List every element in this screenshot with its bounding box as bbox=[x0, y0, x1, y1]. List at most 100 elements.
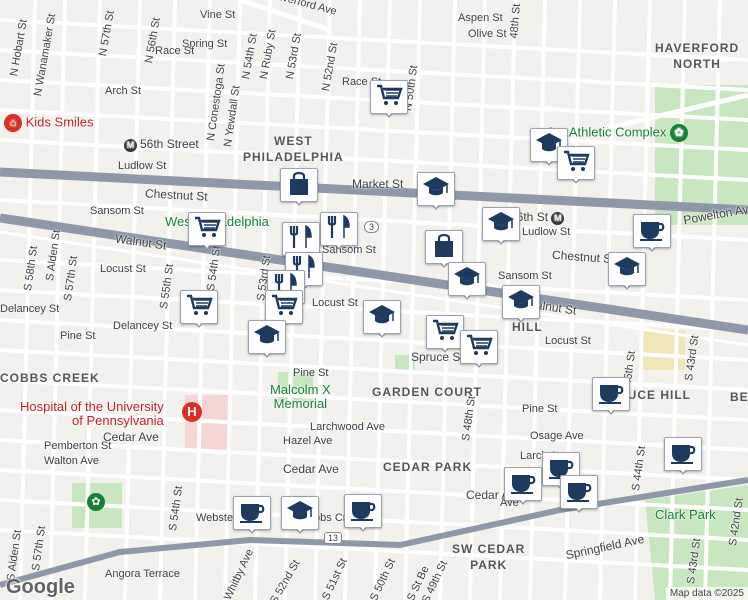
marker-pointer-inner bbox=[574, 505, 584, 511]
sansom-st-e-label: Sansom St bbox=[498, 270, 552, 282]
marker-box bbox=[560, 475, 598, 509]
park-pin-icon: ✿ bbox=[670, 124, 689, 142]
marker-pointer-inner bbox=[202, 242, 212, 248]
grocery-icon bbox=[270, 292, 298, 323]
grocery-icon bbox=[375, 82, 403, 113]
route-3-shield: 3 bbox=[364, 221, 380, 233]
map-marker-school[interactable] bbox=[608, 252, 646, 290]
map-marker-grocery[interactable] bbox=[188, 212, 226, 250]
map-marker-school[interactable] bbox=[281, 496, 319, 534]
map-marker-cafe[interactable] bbox=[504, 467, 542, 505]
map-marker-school[interactable] bbox=[248, 320, 286, 358]
map-attribution[interactable]: Map data ©2025 bbox=[665, 587, 748, 600]
marker-box bbox=[280, 168, 318, 202]
marker-box bbox=[502, 285, 540, 319]
area-cobbs-creek: COBBS CREEK bbox=[0, 371, 100, 385]
poi-malcolm-x-memorial[interactable]: Malcolm X Memorial bbox=[270, 383, 331, 411]
map-marker-clothing[interactable] bbox=[425, 230, 463, 268]
restaurant-icon bbox=[325, 214, 353, 245]
walton-ave-label: Walton Ave bbox=[44, 455, 100, 467]
marker-box bbox=[592, 377, 630, 411]
marker-pointer-inner bbox=[678, 467, 688, 473]
marker-pointer-inner bbox=[194, 320, 204, 326]
marker-box bbox=[265, 290, 303, 324]
area-garden-court: GARDEN COURT bbox=[372, 385, 482, 399]
delancey-st-c-label: Delancey St bbox=[113, 320, 173, 332]
map-marker-grocery[interactable] bbox=[460, 330, 498, 368]
map-marker-cafe[interactable] bbox=[233, 496, 271, 534]
school-icon bbox=[613, 254, 641, 285]
marker-box bbox=[188, 212, 226, 246]
cafe-icon bbox=[669, 439, 697, 470]
marker-pointer-inner bbox=[462, 292, 472, 298]
map-marker-grocery[interactable] bbox=[180, 290, 218, 328]
map-marker-clothing[interactable] bbox=[280, 168, 318, 206]
map-marker-grocery[interactable] bbox=[265, 290, 303, 328]
map-marker-school[interactable] bbox=[448, 262, 486, 300]
map-marker-restaurant[interactable] bbox=[320, 212, 358, 250]
marker-box bbox=[426, 315, 464, 349]
marker-box bbox=[248, 320, 286, 354]
dental-pin-icon: ⌂ bbox=[4, 114, 22, 132]
marker-box bbox=[608, 252, 646, 286]
marker-pointer-inner bbox=[377, 330, 387, 336]
metro-icon: M bbox=[551, 212, 565, 225]
map-marker-school[interactable] bbox=[417, 172, 455, 210]
poi-kids-smiles[interactable]: ⌂ Kids Smiles bbox=[4, 114, 94, 132]
marker-box bbox=[180, 290, 218, 324]
cafe-icon bbox=[638, 216, 666, 247]
marker-pointer-inner bbox=[544, 158, 554, 164]
marker-box bbox=[557, 146, 595, 180]
marker-pointer-inner bbox=[622, 282, 632, 288]
marker-pointer-inner bbox=[294, 198, 304, 204]
map-canvas[interactable]: Vine St N Hobart St N Wanamaker St N 57t… bbox=[0, 0, 748, 600]
map-marker-cafe[interactable] bbox=[592, 377, 630, 415]
map-marker-grocery[interactable] bbox=[557, 146, 595, 184]
marker-box bbox=[448, 262, 486, 296]
locust-st-w-label: Locust St bbox=[100, 263, 146, 275]
marker-box bbox=[363, 300, 401, 334]
delancey-st-w-label: Delancey St bbox=[0, 303, 60, 315]
marker-box bbox=[417, 172, 455, 206]
marker-box bbox=[281, 496, 319, 530]
larchwood-ave-label: Larchwood Ave bbox=[310, 421, 386, 433]
marker-box bbox=[370, 80, 408, 114]
map-marker-school[interactable] bbox=[363, 300, 401, 338]
grocery-icon bbox=[465, 332, 493, 363]
map-marker-grocery[interactable] bbox=[426, 315, 464, 353]
map-marker-restaurant[interactable] bbox=[282, 222, 320, 260]
marker-pointer-inner bbox=[606, 407, 616, 413]
osage-ave-label: Osage Ave bbox=[530, 430, 584, 442]
school-icon bbox=[453, 264, 481, 295]
school-icon bbox=[253, 322, 281, 353]
marker-pointer-inner bbox=[384, 110, 394, 116]
cedar-ave-w-label: Cedar Ave bbox=[103, 430, 159, 444]
grocery-icon bbox=[185, 292, 213, 323]
56th-street-label: M 56th Street bbox=[124, 137, 199, 152]
map-marker-cafe[interactable] bbox=[344, 494, 382, 532]
marker-pointer-inner bbox=[440, 345, 450, 351]
map-marker-cafe[interactable] bbox=[664, 437, 702, 475]
poi-clark-park[interactable]: Clark Park bbox=[655, 507, 716, 522]
map-marker-cafe[interactable] bbox=[633, 214, 671, 252]
clothing-icon bbox=[430, 232, 458, 263]
map-marker-school[interactable] bbox=[502, 285, 540, 323]
marker-box bbox=[633, 214, 671, 248]
cafe-icon bbox=[565, 477, 593, 508]
hospital-pin-icon[interactable]: H bbox=[182, 402, 202, 422]
map-marker-cafe[interactable] bbox=[560, 475, 598, 513]
map-marker-school[interactable] bbox=[482, 207, 520, 245]
marker-pointer-inner bbox=[358, 524, 368, 530]
ludlow-st-w-label: Ludlow St bbox=[118, 160, 167, 172]
poi-hospital-upenn[interactable]: Hospital of the University of Pennsylvani… bbox=[20, 400, 164, 428]
cedar-ave-c-label: Cedar Ave bbox=[283, 462, 339, 476]
race-st-w-label: Race St bbox=[155, 45, 195, 57]
pemberton-st-label: Pemberton St bbox=[44, 440, 112, 452]
marker-pointer-inner bbox=[334, 242, 344, 248]
pine-st-c-label: Pine St bbox=[293, 367, 329, 379]
park-pin-icon[interactable]: ✿ bbox=[87, 493, 105, 511]
map-marker-grocery[interactable] bbox=[370, 80, 408, 118]
school-icon bbox=[422, 174, 450, 205]
marker-box bbox=[504, 467, 542, 501]
aspen-st-label: Aspen St bbox=[458, 12, 503, 24]
